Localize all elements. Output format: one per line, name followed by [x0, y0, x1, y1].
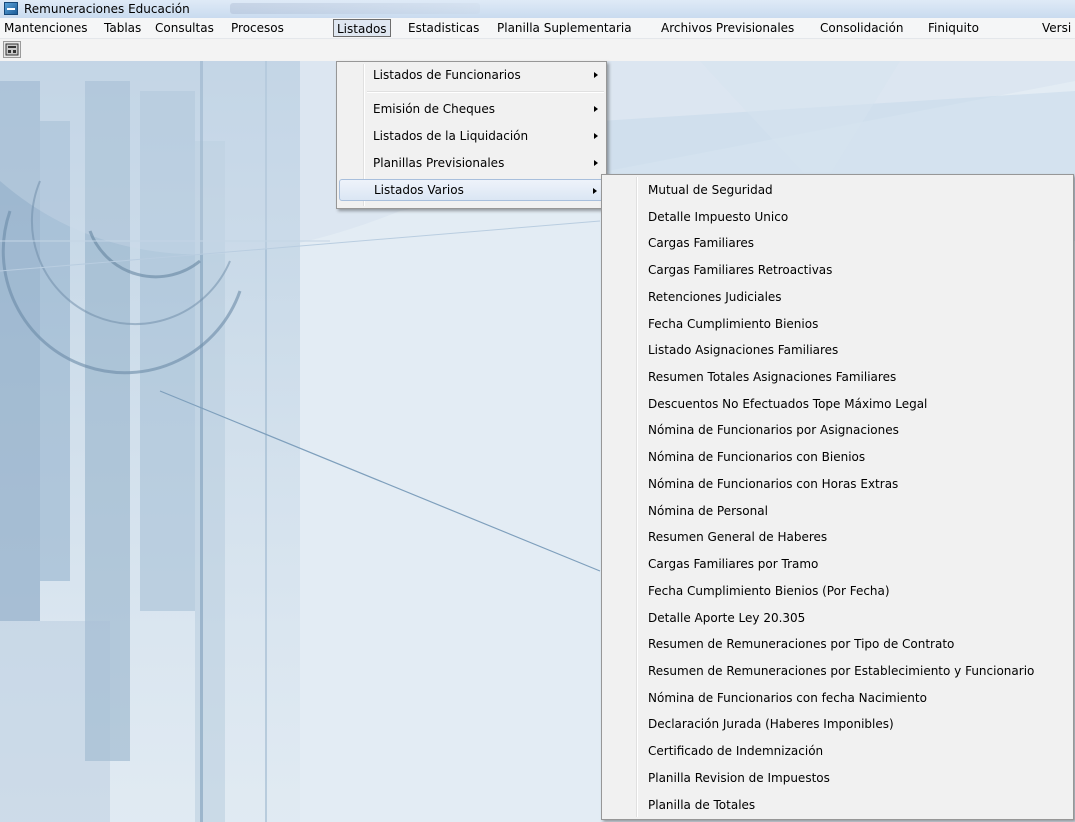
menu-mantenciones[interactable]: Mantenciones: [4, 19, 88, 37]
submenu-item[interactable]: Descuentos No Efectuados Tope Máximo Leg…: [604, 391, 1071, 417]
menu-version[interactable]: Versi: [1042, 19, 1071, 37]
title-bar: Remuneraciones Educación: [0, 0, 1075, 19]
menu-planilla-suplementaria[interactable]: Planilla Suplementaria: [497, 19, 632, 37]
toolbar: [0, 39, 1075, 61]
submenu-item[interactable]: Nómina de Funcionarios con Horas Extras: [604, 471, 1071, 497]
submenu-item[interactable]: Certificado de Indemnización: [604, 738, 1071, 764]
listados-dropdown: Listados de Funcionarios Emisión de Cheq…: [336, 61, 607, 209]
submenu-item[interactable]: Nómina de Funcionarios con fecha Nacimie…: [604, 685, 1071, 711]
submenu-arrow-icon: [594, 106, 598, 112]
submenu-item[interactable]: Listado Asignaciones Familiares: [604, 337, 1071, 363]
submenu-arrow-icon: [594, 133, 598, 139]
submenu-item[interactable]: Cargas Familiares: [604, 230, 1071, 256]
title-blurred-region: [230, 3, 480, 14]
menu-item-label: Emisión de Cheques: [373, 102, 495, 116]
menu-item-listados-de-la-liquidacion[interactable]: Listados de la Liquidación: [339, 125, 604, 147]
submenu-item[interactable]: Detalle Aporte Ley 20.305: [604, 605, 1071, 631]
exit-icon: [5, 43, 19, 56]
menu-item-label: Listados de la Liquidación: [373, 129, 529, 143]
submenu-item[interactable]: Mutual de Seguridad: [604, 177, 1071, 203]
menu-procesos[interactable]: Procesos: [231, 19, 284, 37]
app-icon: [4, 2, 18, 15]
submenu-arrow-icon: [594, 160, 598, 166]
menu-finiquito[interactable]: Finiquito: [928, 19, 979, 37]
submenu-item[interactable]: Fecha Cumplimiento Bienios: [604, 311, 1071, 337]
menu-item-label: Listados Varios: [374, 183, 464, 197]
submenu-item[interactable]: Cargas Familiares por Tramo: [604, 551, 1071, 577]
menu-item-emision-de-cheques[interactable]: Emisión de Cheques: [339, 98, 604, 120]
menu-estadisticas[interactable]: Estadisticas: [408, 19, 479, 37]
submenu-item[interactable]: Retenciones Judiciales: [604, 284, 1071, 310]
submenu-item[interactable]: Fecha Cumplimiento Bienios (Por Fecha): [604, 578, 1071, 604]
menu-archivos-previsionales[interactable]: Archivos Previsionales: [661, 19, 794, 37]
submenu-item[interactable]: Resumen Totales Asignaciones Familiares: [604, 364, 1071, 390]
menu-item-planillas-previsionales[interactable]: Planillas Previsionales: [339, 152, 604, 174]
submenu-arrow-icon: [594, 72, 598, 78]
exit-button[interactable]: [3, 41, 21, 58]
submenu-item[interactable]: Nómina de Funcionarios por Asignaciones: [604, 417, 1071, 443]
submenu-item[interactable]: Nómina de Personal: [604, 498, 1071, 524]
submenu-arrow-icon: [593, 188, 597, 194]
menu-bar: Mantenciones Tablas Consultas Procesos L…: [0, 18, 1075, 39]
submenu-item[interactable]: Detalle Impuesto Unico: [604, 204, 1071, 230]
menu-consolidacion[interactable]: Consolidación: [820, 19, 903, 37]
submenu-item[interactable]: Resumen General de Haberes: [604, 524, 1071, 550]
submenu-item[interactable]: Resumen de Remuneraciones por Establecim…: [604, 658, 1071, 684]
submenu-item[interactable]: Resumen de Remuneraciones por Tipo de Co…: [604, 631, 1071, 657]
menu-item-label: Listados de Funcionarios: [373, 68, 521, 82]
menu-separator: [367, 91, 604, 93]
submenu-item[interactable]: Declaración Jurada (Haberes Imponibles): [604, 711, 1071, 737]
menu-item-listados-de-funcionarios[interactable]: Listados de Funcionarios: [339, 64, 604, 86]
menu-item-listados-varios[interactable]: Listados Varios: [339, 179, 604, 201]
menu-consultas[interactable]: Consultas: [155, 19, 214, 37]
submenu-item[interactable]: Cargas Familiares Retroactivas: [604, 257, 1071, 283]
menu-item-label: Planillas Previsionales: [373, 156, 505, 170]
submenu-item[interactable]: Planilla de Totales: [604, 792, 1071, 818]
menu-listados[interactable]: Listados: [333, 19, 391, 37]
submenu-item[interactable]: Nómina de Funcionarios con Bienios: [604, 444, 1071, 470]
submenu-item[interactable]: Planilla Revision de Impuestos: [604, 765, 1071, 791]
listados-varios-submenu: Mutual de Seguridad Detalle Impuesto Unic…: [601, 174, 1074, 820]
window-title: Remuneraciones Educación: [24, 2, 190, 16]
menu-tablas[interactable]: Tablas: [104, 19, 141, 37]
